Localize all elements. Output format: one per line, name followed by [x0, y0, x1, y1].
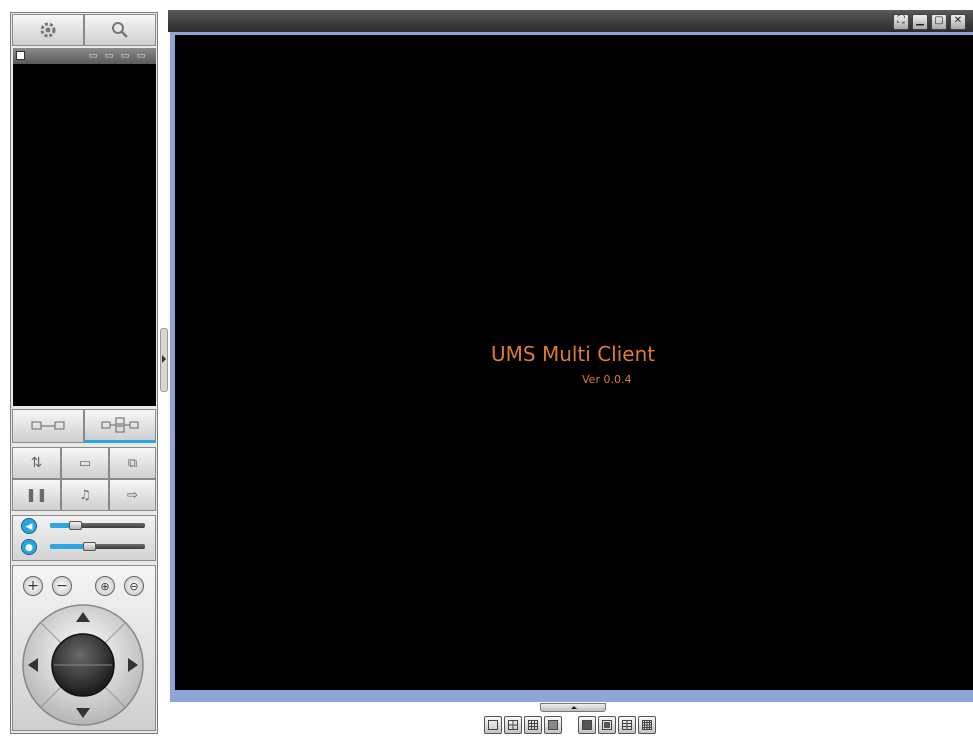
relay-button[interactable]: ⇅ [12, 447, 61, 479]
speaker-icon[interactable]: ◀ [21, 518, 37, 534]
fullscreen-icon[interactable]: ⛶ [893, 14, 909, 30]
layout-3x4-icon [622, 720, 632, 730]
chevron-right-icon [162, 355, 166, 363]
delete-device-icon[interactable]: ▭ [118, 51, 132, 62]
zoom-out-icon: ⊖ [129, 579, 139, 593]
layout-3x4-button[interactable] [618, 716, 636, 734]
device-header-icons: ▭ ▭ ▭ ▭ [86, 48, 148, 64]
refresh-device-icon[interactable]: ▭ [134, 51, 148, 62]
maximize-icon[interactable]: ▢ [931, 14, 947, 30]
layout-1plus7-button[interactable] [598, 716, 616, 734]
edit-button[interactable]: ▭ [61, 447, 109, 479]
single-connect-icon [31, 421, 65, 430]
device-list[interactable] [13, 64, 156, 406]
mic-slider-thumb[interactable] [83, 542, 96, 551]
focus-minus-label: − [56, 578, 68, 594]
gear-icon [40, 22, 56, 38]
layout-1x1-icon [488, 720, 498, 730]
focus-plus-label: + [27, 578, 39, 594]
layout-2x2-icon [508, 720, 518, 730]
app-version: Ver 0.0.4 [582, 373, 632, 386]
edit-device-icon[interactable]: ▭ [102, 51, 116, 62]
mic-slider-track[interactable] [50, 544, 145, 549]
layout-5x5-button[interactable] [638, 716, 656, 734]
volume-slider-track[interactable] [50, 523, 145, 528]
search-button[interactable] [84, 14, 156, 46]
close-icon[interactable]: ✕ [950, 14, 966, 30]
settings-button[interactable] [12, 14, 84, 46]
add-device-icon[interactable]: ▭ [86, 51, 100, 62]
minimize-icon[interactable]: ▁ [912, 14, 928, 30]
layout-1plus5-button[interactable] [578, 716, 596, 734]
layout-1plus7-icon [602, 720, 612, 730]
export-button[interactable]: ⇨ [109, 479, 156, 511]
layout-1x1-button[interactable] [484, 716, 502, 734]
alarm-button[interactable]: ♫ [61, 479, 109, 511]
zoom-in-icon: ⊕ [100, 579, 110, 593]
panel-collapse-handle[interactable] [160, 328, 168, 392]
alarm-icon: ♫ [79, 487, 91, 503]
layout-toggle-tab[interactable] [540, 703, 606, 712]
layout-5x5-icon [642, 720, 652, 730]
layout-4x4-button[interactable] [544, 716, 562, 734]
zoom-in-button[interactable]: ⊕ [95, 576, 115, 596]
layout-2x2-button[interactable] [504, 716, 522, 734]
layout-buttons-group-1 [484, 716, 562, 734]
layout-1plus5-icon [582, 720, 592, 730]
focus-minus-button[interactable]: − [52, 576, 72, 596]
main-title-bar [168, 10, 973, 32]
export-icon: ⇨ [127, 487, 138, 503]
window-controls: ⛶ ▁ ▢ ✕ [893, 14, 966, 30]
layout-3x3-button[interactable] [524, 716, 542, 734]
pause-icon: ❚❚ [25, 487, 48, 503]
single-connect-tab[interactable] [12, 409, 84, 443]
focus-plus-button[interactable]: + [23, 576, 43, 596]
multi-connect-tab[interactable] [84, 409, 156, 443]
edit-icon: ▭ [78, 455, 92, 471]
multi-connect-icon [101, 417, 139, 433]
layout-3x3-icon [528, 720, 538, 730]
volume-slider-thumb[interactable] [69, 521, 82, 530]
network-config-button[interactable]: ⧉ [109, 447, 156, 479]
select-all-checkbox[interactable] [16, 51, 25, 60]
network-config-icon: ⧉ [127, 455, 138, 471]
microphone-icon[interactable]: ● [21, 539, 37, 555]
relay-icon: ⇅ [30, 455, 43, 471]
layout-4x4-icon [548, 720, 558, 730]
zoom-out-button[interactable]: ⊖ [124, 576, 144, 596]
ptz-joystick[interactable] [18, 602, 148, 728]
app-title: UMS Multi Client [491, 342, 656, 366]
magnifier-icon [112, 22, 128, 38]
pause-button[interactable]: ❚❚ [12, 479, 61, 511]
chevron-up-icon [571, 706, 577, 709]
layout-buttons-group-2 [578, 716, 656, 734]
